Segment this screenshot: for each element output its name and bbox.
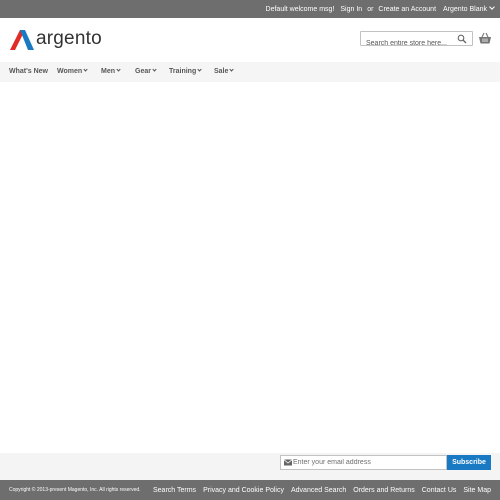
logo-mark-icon — [10, 30, 34, 50]
footer: Subscribe Copyright © 2013-present Magen… — [0, 453, 500, 500]
chevron-down-icon — [152, 67, 157, 72]
footer-link-site-map[interactable]: Site Map — [463, 487, 491, 494]
nav-item-whats-new[interactable]: What's New — [9, 62, 48, 82]
logo[interactable]: argento — [10, 28, 102, 51]
footer-links: Search Terms Privacy and Cookie Policy A… — [146, 480, 491, 500]
search-box — [360, 31, 473, 50]
create-account-link[interactable]: Create an Account — [378, 6, 436, 13]
chevron-down-icon — [489, 3, 495, 10]
nav-item-label: Women — [57, 68, 83, 75]
subscribe-button[interactable]: Subscribe — [447, 455, 491, 470]
sign-in-link[interactable]: Sign In — [340, 6, 362, 13]
store-switcher-label: Argento Blank — [443, 5, 487, 13]
nav-item-men[interactable]: Men — [101, 62, 121, 82]
nav-item-label: Training — [169, 68, 197, 75]
footer-link-privacy[interactable]: Privacy and Cookie Policy — [203, 487, 284, 494]
chevron-down-icon — [83, 67, 88, 72]
newsletter-email-input[interactable] — [293, 456, 443, 469]
copyright-text: Copyright © 2013-present Magento, Inc. A… — [9, 487, 141, 493]
header: argento — [0, 18, 500, 62]
footer-link-advanced-search[interactable]: Advanced Search — [291, 487, 346, 494]
nav-item-label: Gear — [135, 68, 151, 75]
chevron-down-icon — [116, 67, 121, 72]
welcome-message: Default welcome msg! — [265, 5, 335, 13]
chevron-down-icon — [197, 67, 202, 72]
chevron-down-icon — [229, 67, 235, 72]
main-nav: What's New Women Men Gear Training Sale — [0, 62, 500, 82]
footer-link-search-terms[interactable]: Search Terms — [153, 487, 196, 494]
mail-icon — [284, 459, 292, 466]
nav-item-label: What's New — [9, 68, 49, 75]
or-text: or — [367, 5, 374, 13]
footer-link-contact-us[interactable]: Contact Us — [422, 487, 457, 494]
nav-item-label: Men — [101, 68, 115, 75]
logo-text: argento — [36, 28, 102, 49]
search-icon[interactable] — [457, 34, 467, 44]
newsletter-field — [280, 455, 447, 470]
cart-icon[interactable] — [478, 31, 492, 45]
top-links: Default welcome msg! Sign In or Create a… — [265, 0, 495, 18]
nav-item-training[interactable]: Training — [169, 62, 202, 82]
nav-item-label: Sale — [214, 68, 229, 75]
store-switcher[interactable]: Argento Blank — [443, 3, 495, 13]
nav-item-sale[interactable]: Sale — [214, 62, 235, 82]
search-input[interactable] — [361, 37, 458, 50]
newsletter-form: Subscribe — [280, 455, 491, 470]
footer-bar: Copyright © 2013-present Magento, Inc. A… — [0, 480, 500, 500]
footer-link-orders-returns[interactable]: Orders and Returns — [353, 487, 414, 494]
nav-item-gear[interactable]: Gear — [135, 62, 157, 82]
top-bar: Default welcome msg! Sign In or Create a… — [0, 0, 500, 18]
nav-item-women[interactable]: Women — [57, 62, 88, 82]
